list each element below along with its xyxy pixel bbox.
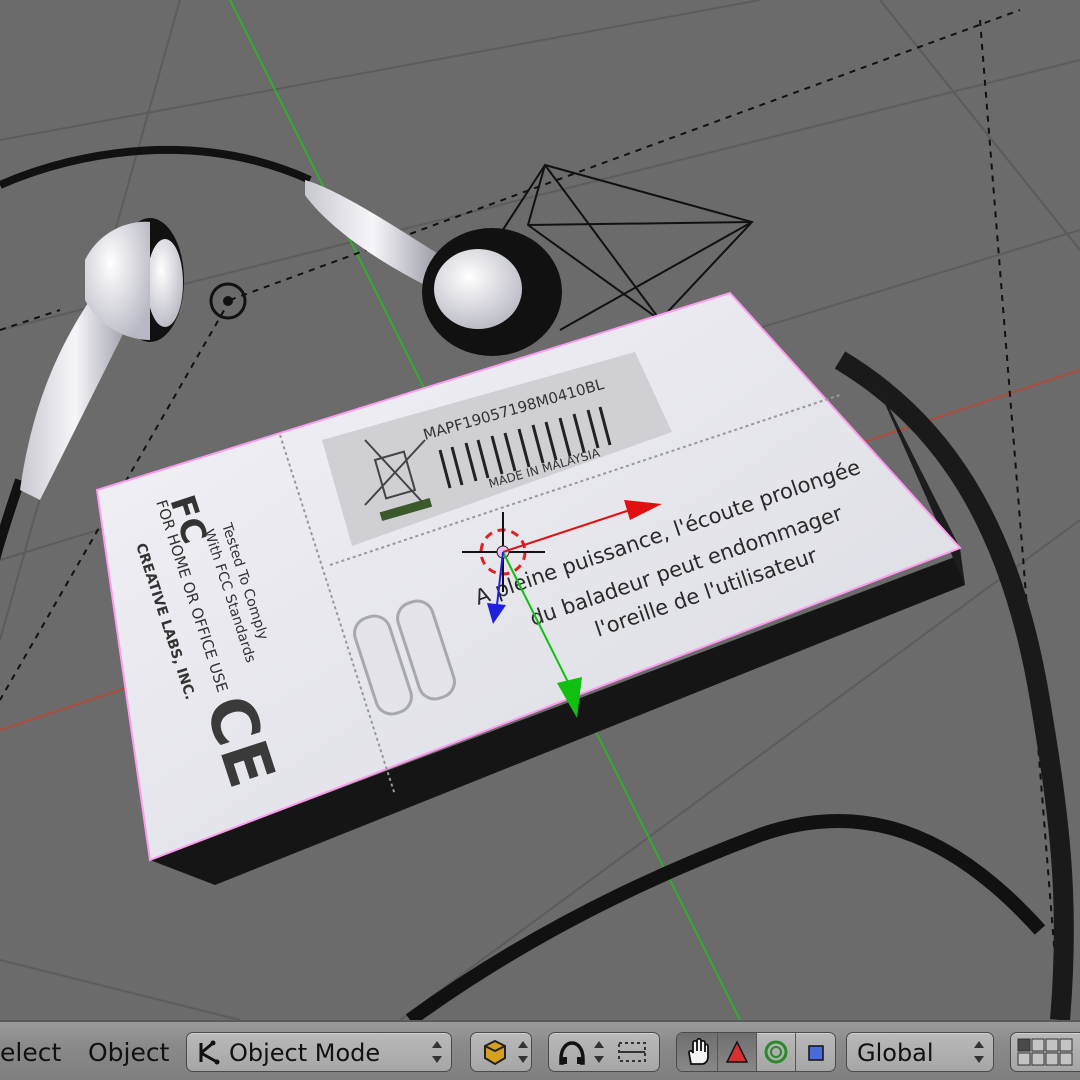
pivot-point-select[interactable] xyxy=(548,1032,660,1072)
transform-orientation-select[interactable]: Global xyxy=(846,1032,994,1072)
object-mode-icon xyxy=(199,1040,220,1065)
manipulator-toolbar xyxy=(676,1032,836,1072)
translate-triangle-icon xyxy=(725,1040,749,1063)
updown-arrows-icon xyxy=(517,1041,529,1063)
mode-select[interactable]: Object Mode xyxy=(186,1032,452,1072)
3d-viewport[interactable]: MAPF19057198M0410BL MADE IN MALAYSIA FC … xyxy=(0,0,1080,1020)
updown-arrows-icon xyxy=(431,1041,443,1063)
empty-object-marker[interactable] xyxy=(209,282,247,320)
scale-square-icon xyxy=(808,1045,824,1061)
orientation-value: Global xyxy=(857,1039,934,1067)
updown-arrows-icon xyxy=(593,1041,605,1063)
viewport-scene: MAPF19057198M0410BL MADE IN MALAYSIA FC … xyxy=(0,0,1080,1020)
viewport-shading-select[interactable] xyxy=(470,1032,532,1072)
left-earbud[interactable] xyxy=(20,218,184,500)
snap-element-icon[interactable] xyxy=(615,1039,649,1065)
cable-left-lower xyxy=(0,478,25,561)
scale-toggle-button[interactable] xyxy=(796,1033,836,1071)
manipulator-toggle-button[interactable] xyxy=(677,1033,717,1071)
right-earbud[interactable] xyxy=(305,180,562,356)
earphone-cable-left xyxy=(0,145,312,189)
rotate-toggle-button[interactable] xyxy=(757,1033,795,1071)
layers-grid[interactable] xyxy=(1010,1032,1080,1072)
translate-toggle-button[interactable] xyxy=(718,1033,756,1071)
layers-grid-icon xyxy=(1017,1038,1073,1066)
rotate-ring-icon xyxy=(764,1040,788,1064)
select-menu[interactable]: elect xyxy=(0,1038,61,1067)
mode-select-value: Object Mode xyxy=(229,1039,381,1067)
3d-view-header: elect Object Object Mode Global xyxy=(0,1020,1080,1080)
hand-manipulator-icon xyxy=(688,1037,709,1065)
cube-shading-icon xyxy=(484,1039,506,1066)
updown-arrows-icon xyxy=(973,1041,985,1063)
pivot-point-icon xyxy=(559,1041,585,1065)
object-menu[interactable]: Object xyxy=(88,1038,169,1067)
